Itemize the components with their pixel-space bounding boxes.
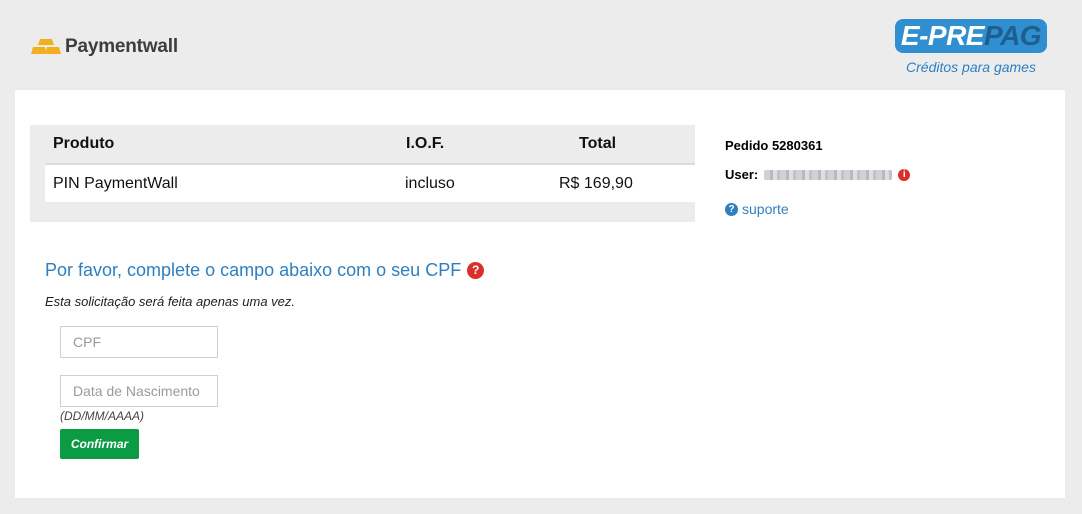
eprepag-badge: E-PREPAG — [895, 19, 1047, 53]
cpf-input[interactable] — [60, 326, 218, 358]
cell-iof: incluso — [405, 175, 455, 192]
product-summary: Produto I.O.F. Total PIN PaymentWall inc… — [30, 125, 695, 222]
eprepag-logo-text-1: E-PRE — [900, 20, 985, 51]
help-question-icon[interactable]: ? — [467, 262, 485, 279]
confirm-button[interactable]: Confirmar — [60, 429, 139, 459]
cpf-title-text: Por favor, complete o campo abaixo com o… — [45, 260, 462, 280]
cpf-note: Esta solicitação será feita apenas uma v… — [45, 294, 296, 309]
eprepag-logo-text-2: PAG — [983, 20, 1042, 51]
suporte-link[interactable]: ? suporte — [725, 201, 910, 217]
main-panel: Produto I.O.F. Total PIN PaymentWall inc… — [15, 90, 1065, 498]
user-email-blurred — [764, 169, 893, 180]
user-line: User: i — [725, 167, 911, 182]
birthdate-input[interactable] — [60, 375, 218, 407]
table-header: Produto I.O.F. Total — [45, 125, 695, 165]
header-produto: Produto — [53, 135, 115, 152]
question-circle-icon: ? — [725, 202, 738, 216]
product-table: Produto I.O.F. Total PIN PaymentWall inc… — [45, 125, 695, 202]
paymentwall-logo: Paymentwall — [31, 36, 178, 58]
table-row: PIN PaymentWall incluso R$ 169,90 — [45, 165, 695, 202]
cell-total: R$ 169,90 — [559, 175, 633, 192]
header-total: Total — [579, 135, 617, 152]
info-icon[interactable]: i — [898, 168, 911, 181]
gold-bars-icon — [31, 39, 61, 54]
suporte-label: suporte — [742, 201, 789, 217]
cpf-form-title: Por favor, complete o campo abaixo com o… — [45, 260, 485, 281]
birthdate-format-hint: (DD/MM/AAAA) — [60, 409, 144, 423]
user-label: User: — [725, 167, 759, 182]
order-info: Pedido 5280361 User: i ? suporte — [725, 138, 911, 217]
cell-produto: PIN PaymentWall — [53, 175, 178, 192]
paymentwall-logo-text: Paymentwall — [65, 36, 178, 57]
header-iof: I.O.F. — [406, 135, 445, 152]
order-number: Pedido 5280361 — [725, 138, 823, 153]
eprepag-logo: E-PREPAG Créditos para games — [895, 19, 1047, 75]
eprepag-tagline: Créditos para games — [906, 59, 1036, 75]
